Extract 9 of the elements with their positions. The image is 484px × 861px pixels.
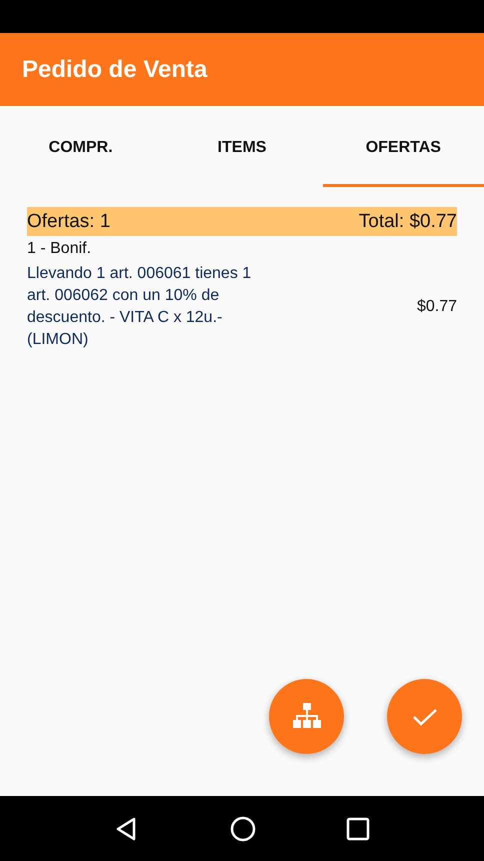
app-title: Pedido de Venta: [22, 56, 208, 84]
offer-description: Llevando 1 art. 006061 tienes 1 art. 006062 con un 10% de descuento. - VITA C x 12u.- (LIMON): [27, 264, 252, 350]
tab[interactable]: ITEMS: [161, 106, 323, 187]
offer-amount: $0.77: [416, 298, 457, 316]
tab[interactable]: COMPR.: [0, 106, 162, 187]
tab[interactable]: OFERTAS: [322, 106, 484, 187]
offer-title: 1 - Bonif.: [27, 240, 92, 258]
total-amount: Total: $0.77: [358, 210, 457, 232]
offer-count: Ofertas: 1: [27, 210, 110, 232]
